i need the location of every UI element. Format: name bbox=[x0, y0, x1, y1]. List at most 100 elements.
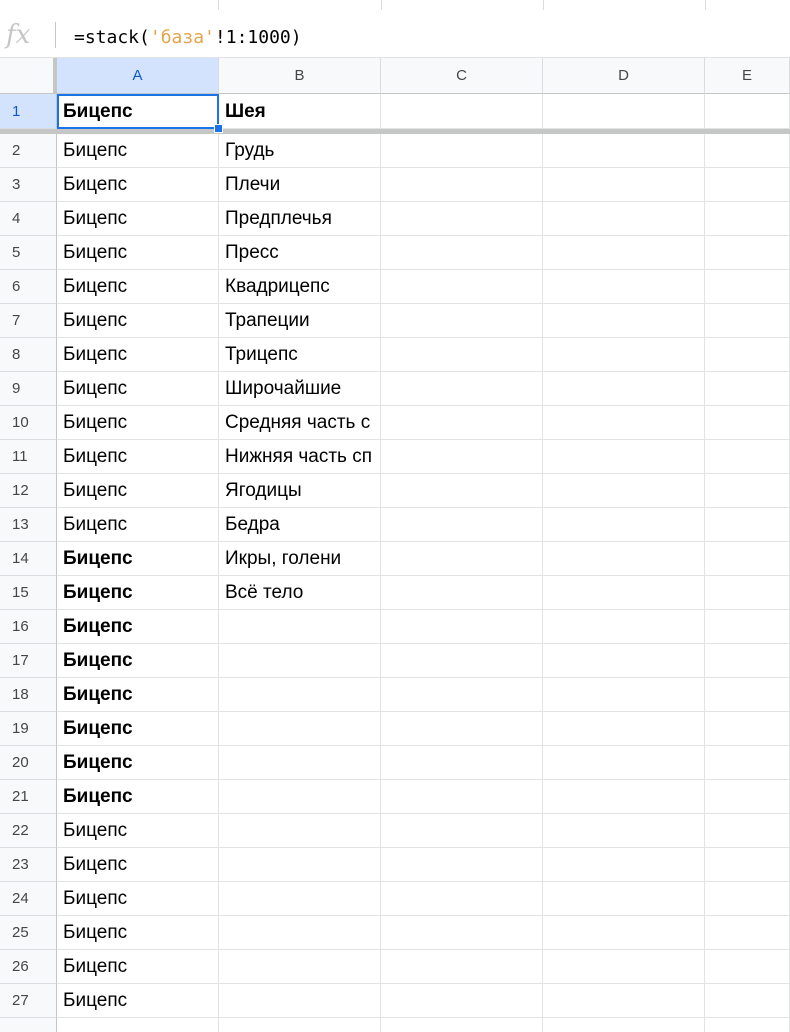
row-header-18[interactable]: 18 bbox=[0, 678, 57, 712]
column-header-e[interactable]: E bbox=[705, 58, 790, 94]
cell-a21[interactable]: Бицепс bbox=[57, 780, 219, 814]
cell-b15[interactable]: Всё тело bbox=[219, 576, 381, 610]
row-header-partial[interactable] bbox=[0, 1018, 57, 1032]
cell-c13[interactable] bbox=[381, 508, 543, 542]
cell-d10[interactable] bbox=[543, 406, 705, 440]
column-header-b[interactable]: B bbox=[219, 58, 381, 94]
cell-e19[interactable] bbox=[705, 712, 790, 746]
cell-b10[interactable]: Средняя часть с bbox=[219, 406, 381, 440]
cell-e13[interactable] bbox=[705, 508, 790, 542]
cell-d27[interactable] bbox=[543, 984, 705, 1018]
cell-a18[interactable]: Бицепс bbox=[57, 678, 219, 712]
cell-b16[interactable] bbox=[219, 610, 381, 644]
cell-e10[interactable] bbox=[705, 406, 790, 440]
cell-c4[interactable] bbox=[381, 202, 543, 236]
cell-a16[interactable]: Бицепс bbox=[57, 610, 219, 644]
row-header-11[interactable]: 11 bbox=[0, 440, 57, 474]
cell-partial[interactable] bbox=[381, 1018, 543, 1032]
cell-b8[interactable]: Трицепс bbox=[219, 338, 381, 372]
cell-partial[interactable] bbox=[219, 1018, 381, 1032]
cell-d24[interactable] bbox=[543, 882, 705, 916]
cell-e11[interactable] bbox=[705, 440, 790, 474]
cell-b2[interactable]: Грудь bbox=[219, 134, 381, 168]
cell-partial[interactable] bbox=[57, 1018, 219, 1032]
cell-c9[interactable] bbox=[381, 372, 543, 406]
cell-d5[interactable] bbox=[543, 236, 705, 270]
cell-b23[interactable] bbox=[219, 848, 381, 882]
cell-a10[interactable]: Бицепс bbox=[57, 406, 219, 440]
cell-c18[interactable] bbox=[381, 678, 543, 712]
cell-c11[interactable] bbox=[381, 440, 543, 474]
row-header-12[interactable]: 12 bbox=[0, 474, 57, 508]
cell-a1[interactable]: Бицепс bbox=[57, 94, 219, 129]
cell-d8[interactable] bbox=[543, 338, 705, 372]
row-header-15[interactable]: 15 bbox=[0, 576, 57, 610]
cell-e21[interactable] bbox=[705, 780, 790, 814]
cell-d15[interactable] bbox=[543, 576, 705, 610]
cell-d26[interactable] bbox=[543, 950, 705, 984]
cell-b4[interactable]: Предплечья bbox=[219, 202, 381, 236]
cell-d21[interactable] bbox=[543, 780, 705, 814]
cell-d23[interactable] bbox=[543, 848, 705, 882]
cell-a17[interactable]: Бицепс bbox=[57, 644, 219, 678]
cell-e6[interactable] bbox=[705, 270, 790, 304]
cell-e15[interactable] bbox=[705, 576, 790, 610]
cell-e24[interactable] bbox=[705, 882, 790, 916]
row-header-25[interactable]: 25 bbox=[0, 916, 57, 950]
cell-a8[interactable]: Бицепс bbox=[57, 338, 219, 372]
row-header-24[interactable]: 24 bbox=[0, 882, 57, 916]
row-header-22[interactable]: 22 bbox=[0, 814, 57, 848]
cell-b21[interactable] bbox=[219, 780, 381, 814]
cell-d7[interactable] bbox=[543, 304, 705, 338]
row-header-2[interactable]: 2 bbox=[0, 134, 57, 168]
row-header-1[interactable]: 1 bbox=[0, 94, 57, 129]
cell-e17[interactable] bbox=[705, 644, 790, 678]
cell-e26[interactable] bbox=[705, 950, 790, 984]
cell-e25[interactable] bbox=[705, 916, 790, 950]
cell-c22[interactable] bbox=[381, 814, 543, 848]
cell-c25[interactable] bbox=[381, 916, 543, 950]
row-header-19[interactable]: 19 bbox=[0, 712, 57, 746]
cell-e16[interactable] bbox=[705, 610, 790, 644]
cell-e12[interactable] bbox=[705, 474, 790, 508]
cell-e20[interactable] bbox=[705, 746, 790, 780]
column-header-a[interactable]: A bbox=[57, 58, 219, 94]
row-header-7[interactable]: 7 bbox=[0, 304, 57, 338]
cell-b5[interactable]: Пресс bbox=[219, 236, 381, 270]
cell-a5[interactable]: Бицепс bbox=[57, 236, 219, 270]
column-header-d[interactable]: D bbox=[543, 58, 705, 94]
cell-d9[interactable] bbox=[543, 372, 705, 406]
cell-c2[interactable] bbox=[381, 134, 543, 168]
cell-d13[interactable] bbox=[543, 508, 705, 542]
cell-c24[interactable] bbox=[381, 882, 543, 916]
cell-d18[interactable] bbox=[543, 678, 705, 712]
cell-a15[interactable]: Бицепс bbox=[57, 576, 219, 610]
cell-e5[interactable] bbox=[705, 236, 790, 270]
cell-b27[interactable] bbox=[219, 984, 381, 1018]
cell-a26[interactable]: Бицепс bbox=[57, 950, 219, 984]
cell-d14[interactable] bbox=[543, 542, 705, 576]
cell-a7[interactable]: Бицепс bbox=[57, 304, 219, 338]
row-header-3[interactable]: 3 bbox=[0, 168, 57, 202]
cell-b26[interactable] bbox=[219, 950, 381, 984]
cell-e8[interactable] bbox=[705, 338, 790, 372]
cell-a22[interactable]: Бицепс bbox=[57, 814, 219, 848]
cell-c15[interactable] bbox=[381, 576, 543, 610]
cell-b24[interactable] bbox=[219, 882, 381, 916]
cell-c16[interactable] bbox=[381, 610, 543, 644]
row-header-16[interactable]: 16 bbox=[0, 610, 57, 644]
cell-c17[interactable] bbox=[381, 644, 543, 678]
cell-c10[interactable] bbox=[381, 406, 543, 440]
cell-b22[interactable] bbox=[219, 814, 381, 848]
cell-e2[interactable] bbox=[705, 134, 790, 168]
row-header-6[interactable]: 6 bbox=[0, 270, 57, 304]
cell-a14[interactable]: Бицепс bbox=[57, 542, 219, 576]
cell-c8[interactable] bbox=[381, 338, 543, 372]
cell-a20[interactable]: Бицепс bbox=[57, 746, 219, 780]
cell-c19[interactable] bbox=[381, 712, 543, 746]
cell-d22[interactable] bbox=[543, 814, 705, 848]
cell-a13[interactable]: Бицепс bbox=[57, 508, 219, 542]
cell-c1[interactable] bbox=[381, 94, 543, 129]
cell-c23[interactable] bbox=[381, 848, 543, 882]
cell-d20[interactable] bbox=[543, 746, 705, 780]
